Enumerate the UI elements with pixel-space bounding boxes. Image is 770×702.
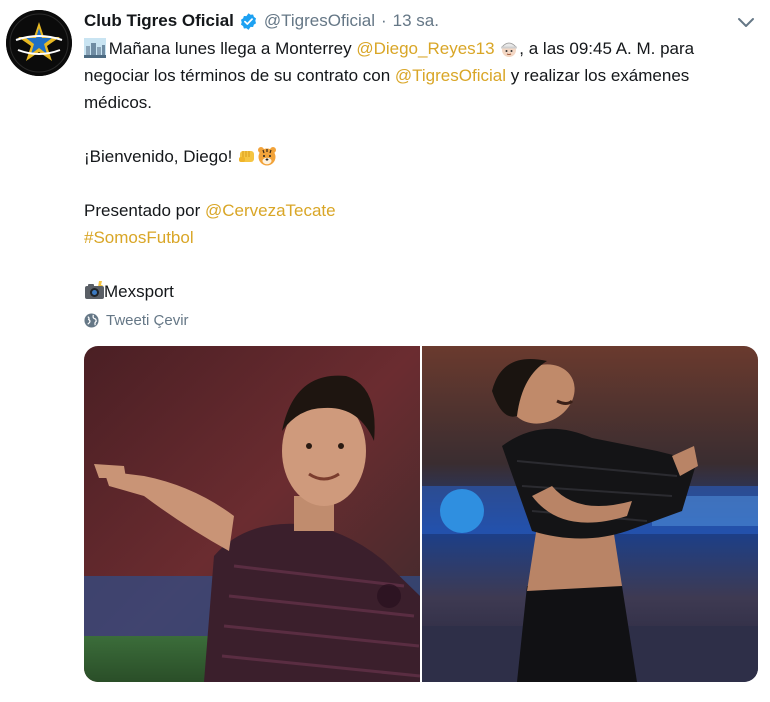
translate-label: Tweeti Çevir	[106, 312, 189, 329]
globe-icon	[84, 313, 99, 328]
tweet-paragraph-4: #SomosFutbol	[84, 224, 754, 251]
media-grid	[84, 346, 758, 682]
presented-by-text: Presentado por	[84, 201, 205, 220]
display-name[interactable]: Club Tigres Oficial	[84, 11, 234, 31]
handle[interactable]: @TigresOficial	[264, 11, 375, 31]
tweet-paragraph-3: Presentado por @CervezaTecate	[84, 197, 754, 224]
hashtag-somos-futbol[interactable]: #SomosFutbol	[84, 228, 194, 247]
tweet-header: Club Tigres Oficial @TigresOficial · 13 …	[84, 8, 439, 34]
photo-credit: Mexsport	[104, 282, 174, 301]
mention-diego-reyes[interactable]: @Diego_Reyes13	[356, 39, 494, 58]
construction-worker-emoji-icon	[499, 38, 519, 58]
raised-fist-emoji-icon	[237, 146, 257, 166]
avatar[interactable]	[6, 10, 72, 76]
verified-badge-icon	[239, 12, 258, 31]
tiger-face-emoji-icon	[257, 146, 277, 166]
camera-flash-emoji-icon	[84, 281, 104, 301]
tweet-paragraph-2: ¡Bienvenido, Diego!	[84, 143, 754, 170]
timestamp[interactable]: 13 sa.	[393, 11, 439, 31]
city-sunrise-emoji-icon	[84, 38, 106, 58]
tweet-text: Mañana lunes llega a Monterrey @Diego_Re…	[84, 35, 754, 305]
tweet-paragraph-5: Mexsport	[84, 278, 754, 305]
photo-player-celebrating[interactable]	[422, 346, 758, 682]
tweet-paragraph-1: Mañana lunes llega a Monterrey @Diego_Re…	[84, 35, 754, 116]
welcome-text: ¡Bienvenido, Diego!	[84, 147, 233, 166]
separator-dot: ·	[380, 11, 387, 30]
chevron-down-icon[interactable]	[735, 12, 757, 32]
photo-player-pointing[interactable]	[84, 346, 420, 682]
mention-cerveza-tecate[interactable]: @CervezaTecate	[205, 201, 336, 220]
mention-tigres-oficial[interactable]: @TigresOficial	[395, 66, 506, 85]
translate-tweet-link[interactable]: Tweeti Çevir	[84, 312, 189, 329]
tweet[interactable]: Club Tigres Oficial @TigresOficial · 13 …	[0, 0, 770, 702]
tweet-text-segment: Mañana lunes llega a Monterrey	[108, 39, 357, 58]
club-logo-icon	[6, 10, 72, 76]
